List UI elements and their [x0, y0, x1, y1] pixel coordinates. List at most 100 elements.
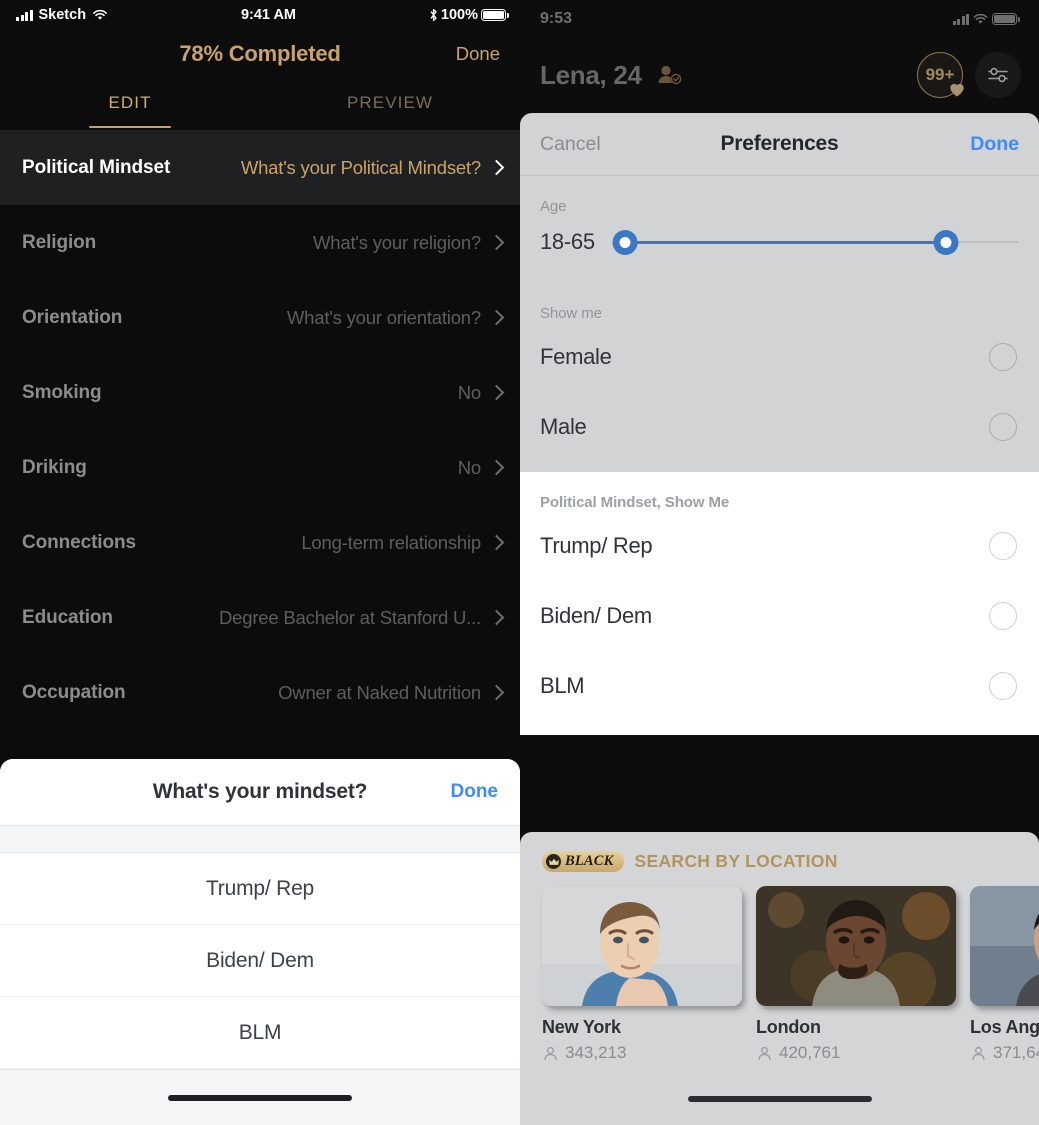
option-label: Male: [540, 414, 587, 439]
city-card-london[interactable]: London 420,761: [756, 886, 956, 1063]
profile-row-political-mindset[interactable]: Political Mindset What's your Political …: [0, 130, 520, 205]
chevron-right-icon: [488, 309, 505, 326]
city-card-los-angeles[interactable]: Los Ang 371,64: [970, 886, 1039, 1063]
verified-user-icon: [658, 65, 682, 85]
political-option-biden-dem[interactable]: Biden/ Dem: [520, 581, 1039, 651]
row-right: Degree Bachelor at Stanford U...: [219, 606, 505, 629]
mindset-sheet-header: What's your mindset? Done: [0, 759, 520, 825]
status-bar-time: 9:53: [540, 10, 573, 27]
tab-edit[interactable]: EDIT: [0, 78, 260, 128]
likes-badge[interactable]: 99+: [917, 52, 964, 98]
profile-field-list: Political Mindset What's your Political …: [0, 128, 520, 730]
city-photo: [756, 886, 956, 1006]
political-option-blm[interactable]: BLM: [520, 651, 1039, 721]
mindset-done-button[interactable]: Done: [451, 781, 499, 803]
cancel-button[interactable]: Cancel: [540, 133, 601, 156]
row-value: What's your orientation?: [286, 306, 481, 328]
radio-button[interactable]: [989, 343, 1017, 371]
status-bar-left: Sketch: [16, 7, 108, 23]
mindset-option-trump-rep[interactable]: Trump/ Rep: [0, 853, 520, 925]
row-label: Connections: [22, 531, 136, 553]
political-mindset-section: Political Mindset, Show Me Trump/ Rep Bi…: [520, 472, 1039, 735]
option-label: BLM: [540, 673, 585, 698]
mindset-bottom-sheet: What's your mindset? Done Trump/ Rep Bid…: [0, 759, 520, 1125]
location-panel-title: SEARCH BY LOCATION: [634, 851, 838, 871]
city-member-count: 371,64: [970, 1043, 1039, 1063]
row-value: Long-term relationship: [301, 531, 481, 553]
chevron-right-icon: [488, 609, 505, 626]
row-right: Long-term relationship: [301, 531, 505, 554]
left-nav-bar: 78% Completed Done: [0, 30, 520, 78]
row-value: Degree Bachelor at Stanford U...: [219, 606, 481, 628]
radio-button[interactable]: [989, 532, 1017, 560]
section-gap: [520, 462, 1039, 472]
header-actions: 99+: [917, 52, 1021, 98]
crown-icon: [546, 854, 561, 869]
people-icon: [544, 1046, 557, 1060]
filter-button[interactable]: [975, 52, 1021, 98]
row-right: What's your orientation?: [286, 306, 505, 329]
battery-percent-label: 100%: [440, 7, 478, 23]
row-label: Orientation: [22, 306, 123, 328]
signal-bars-icon: [952, 13, 969, 25]
row-label: Political Mindset: [22, 156, 171, 178]
profile-edit-screen: Sketch 9:41 AM 100% 78% Completed Done E…: [0, 0, 520, 1125]
preferences-header: Cancel Preferences Done: [520, 113, 1039, 176]
city-photo: [970, 886, 1039, 1006]
city-count-value: 371,64: [993, 1043, 1039, 1062]
profile-row-drinking[interactable]: Driking No: [0, 430, 520, 505]
show-me-section-label: Show me: [540, 305, 602, 322]
bluetooth-icon: [430, 8, 437, 22]
option-label: Biden/ Dem: [540, 603, 652, 628]
slider-fill: [624, 240, 946, 244]
city-name: New York: [542, 1017, 621, 1037]
chevron-right-icon: [488, 684, 505, 701]
chevron-right-icon: [488, 234, 505, 251]
profile-row-religion[interactable]: Religion What's your religion?: [0, 205, 520, 280]
profile-row-connections[interactable]: Connections Long-term relationship: [0, 505, 520, 580]
home-indicator[interactable]: [687, 1096, 872, 1102]
profile-row-orientation[interactable]: Orientation What's your orientation?: [0, 280, 520, 355]
preferences-done-button[interactable]: Done: [970, 133, 1019, 156]
age-range-slider[interactable]: [612, 227, 1019, 257]
discover-header: Lena, 24 99+: [520, 38, 1039, 112]
battery-full-icon: [992, 13, 1020, 25]
row-right: No: [458, 457, 505, 479]
portrait-image: [970, 886, 1039, 1006]
profile-row-education[interactable]: Education Degree Bachelor at Stanford U.…: [0, 580, 520, 655]
radio-button[interactable]: [989, 413, 1017, 441]
tab-preview[interactable]: PREVIEW: [260, 78, 520, 128]
row-label: Smoking: [22, 381, 102, 403]
battery-full-icon: [481, 9, 509, 21]
option-label: Trump/ Rep: [540, 533, 653, 558]
show-me-option-male[interactable]: Male: [520, 392, 1039, 462]
city-card-new-york[interactable]: New York 343,213: [542, 886, 742, 1063]
city-card-list[interactable]: New York 343,213 London 420,761 Los Ang …: [520, 886, 1039, 1063]
radio-button[interactable]: [989, 602, 1017, 630]
age-range-value: 18-65: [540, 229, 595, 254]
header-identity: Lena, 24: [540, 60, 684, 91]
wifi-icon: [93, 9, 108, 20]
slider-knob-max[interactable]: [933, 229, 959, 255]
chevron-right-icon: [488, 534, 505, 551]
home-indicator[interactable]: [168, 1094, 352, 1101]
political-option-trump-rep[interactable]: Trump/ Rep: [520, 511, 1039, 581]
preferences-title: Preferences: [720, 132, 839, 155]
mindset-option-biden-dem[interactable]: Biden/ Dem: [0, 925, 520, 997]
political-section-label: Political Mindset, Show Me: [540, 494, 730, 511]
status-bar-right: [952, 13, 1020, 25]
slider-knob-min[interactable]: [612, 229, 638, 255]
profile-row-occupation[interactable]: Occupation Owner at Naked Nutrition: [0, 655, 520, 730]
city-count-value: 343,213: [565, 1043, 627, 1062]
chevron-right-icon: [488, 459, 505, 476]
show-me-option-female[interactable]: Female: [520, 322, 1039, 392]
sliders-filter-icon: [988, 67, 1008, 83]
portrait-image: [756, 886, 956, 1006]
row-label: Occupation: [22, 681, 126, 703]
mindset-option-blm[interactable]: BLM: [0, 997, 520, 1069]
row-value: Owner at Naked Nutrition: [278, 681, 481, 703]
radio-button[interactable]: [989, 672, 1017, 700]
profile-row-smoking[interactable]: Smoking No: [0, 355, 520, 430]
mindset-sheet-title: What's your mindset?: [152, 780, 368, 803]
done-button[interactable]: Done: [456, 43, 500, 65]
